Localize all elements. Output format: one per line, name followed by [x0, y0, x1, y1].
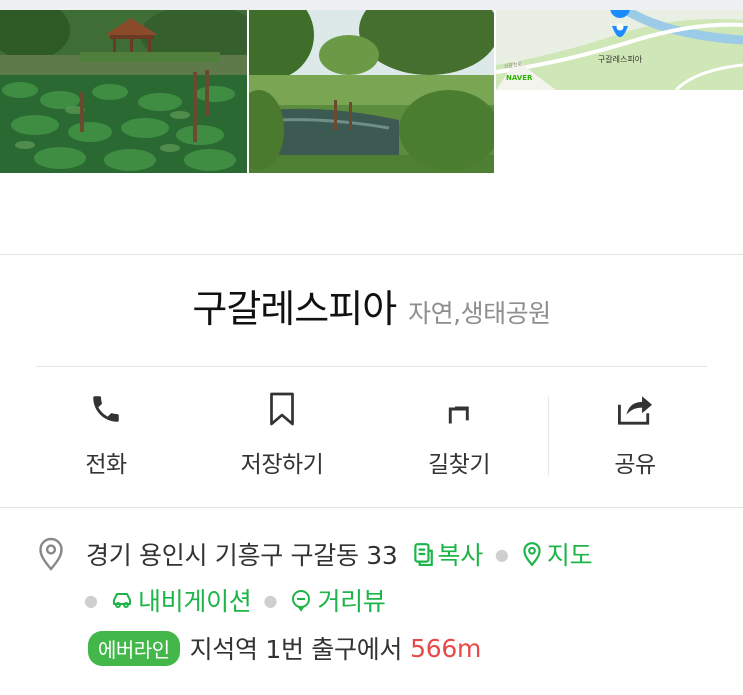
- map-thumbnail[interactable]: 구갈레스피아 NAVER 신갈천로: [496, 10, 743, 90]
- directions-label: 길찾기: [428, 452, 490, 478]
- navigation-link[interactable]: 내비게이션: [110, 582, 252, 618]
- address-row: 경기 용인시 기흥구 구갈동 33 복사 ● 지도: [36, 536, 593, 572]
- section-divider-2: [0, 507, 743, 508]
- separator-dot: ●: [494, 544, 509, 564]
- action-separator: [548, 397, 549, 475]
- streetview-link[interactable]: 거리뷰: [289, 582, 386, 618]
- navigation-row: ● 내비게이션 ● 거리뷰: [84, 582, 386, 618]
- call-button[interactable]: 전화: [26, 385, 186, 490]
- separator-dot: ●: [84, 590, 98, 610]
- station-distance: 566m: [410, 633, 481, 663]
- directions-button[interactable]: 길찾기: [379, 385, 539, 490]
- save-button[interactable]: 저장하기: [202, 385, 362, 490]
- subway-line-badge: 에버라인: [88, 630, 180, 666]
- copy-address-link[interactable]: 복사: [412, 536, 483, 572]
- map-marker-icon: [523, 542, 541, 567]
- navigation-label: 내비게이션: [137, 587, 252, 616]
- location-pin-icon: [36, 536, 66, 572]
- place-name: 구갈레스피아: [192, 287, 397, 331]
- map-label: 지도: [546, 541, 593, 570]
- map-pin-label: 구갈레스피아: [598, 54, 643, 64]
- section-divider: [0, 254, 743, 255]
- map-provider-logo: NAVER: [506, 74, 533, 82]
- phone-icon: [89, 385, 123, 433]
- title-divider: [36, 366, 707, 367]
- address-text: 경기 용인시 기흥구 구갈동 33: [86, 541, 398, 570]
- separator-dot: ●: [263, 590, 278, 610]
- streetview-icon: [292, 590, 311, 612]
- transit-row: 에버라인 지석역 1번 출구에서 566m: [88, 630, 481, 666]
- station-text: 지석역 1번 출구에서: [189, 635, 403, 664]
- share-icon: [616, 385, 654, 433]
- copy-icon: [413, 543, 433, 566]
- share-label: 공유: [614, 452, 656, 478]
- action-bar: 전화 저장하기 길찾기 공유: [0, 385, 743, 490]
- bookmark-icon: [267, 385, 297, 433]
- place-category: 자연,생태공원: [408, 299, 551, 328]
- directions-arrow-icon: [443, 385, 475, 433]
- copy-label: 복사: [437, 541, 484, 570]
- place-title-row: 구갈레스피아 자연,생태공원: [0, 278, 743, 342]
- map-link[interactable]: 지도: [521, 536, 593, 572]
- place-photo-2[interactable]: [249, 10, 494, 173]
- call-label: 전화: [85, 452, 127, 478]
- top-strip: [0, 0, 743, 10]
- save-label: 저장하기: [240, 452, 324, 478]
- streetview-label: 거리뷰: [317, 587, 386, 616]
- place-photo-1[interactable]: [0, 10, 247, 173]
- share-button[interactable]: 공유: [555, 385, 715, 490]
- car-icon: [112, 593, 131, 608]
